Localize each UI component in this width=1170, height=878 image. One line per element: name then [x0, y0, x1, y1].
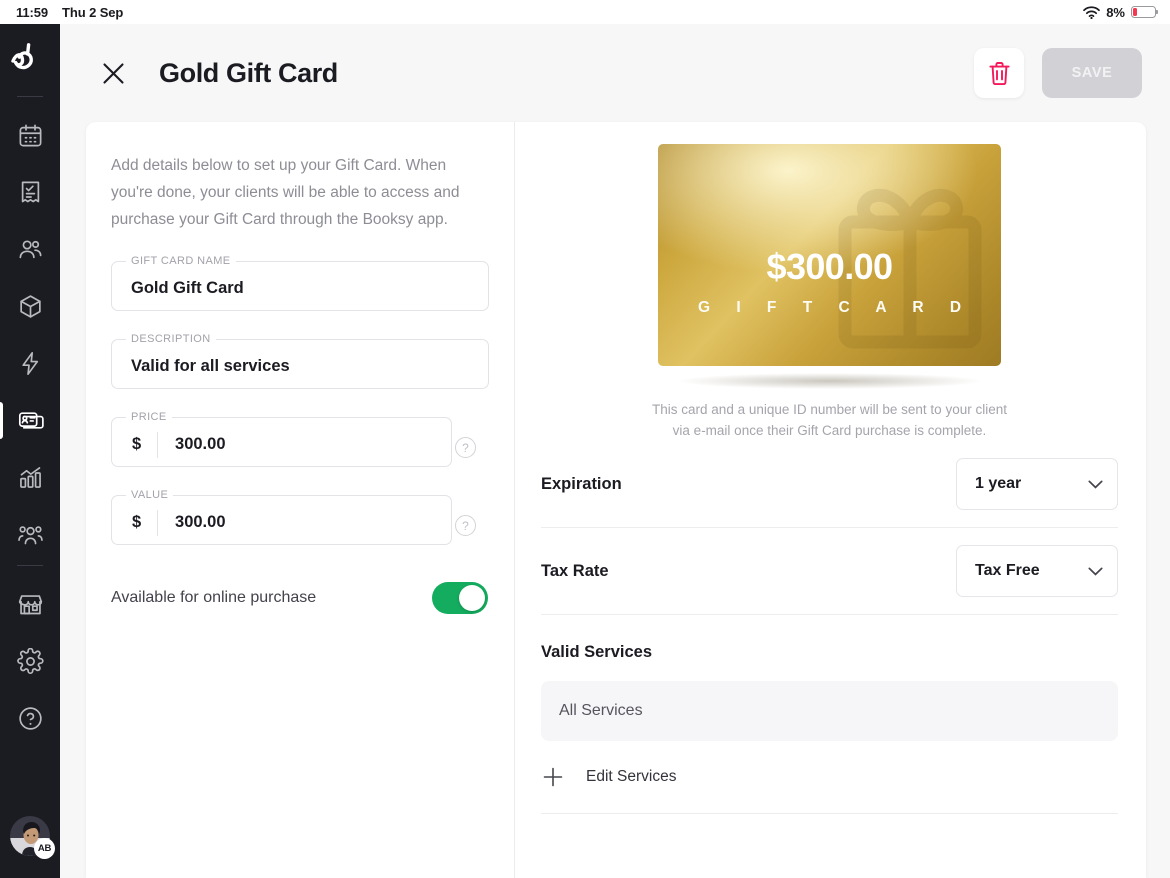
value-input[interactable]: 300.00 [158, 513, 451, 532]
value-help-icon[interactable]: ? [455, 515, 476, 536]
battery-low-icon [1131, 6, 1159, 18]
plus-icon [543, 767, 563, 787]
sidebar-item-gift-cards[interactable] [0, 392, 60, 449]
header-actions: SAVE [974, 48, 1142, 98]
sidebar-item-business[interactable] [0, 576, 60, 633]
price-help-icon[interactable]: ? [455, 437, 476, 458]
trash-icon [988, 61, 1010, 85]
valid-services-title: Valid Services [541, 643, 652, 661]
sidebar-item-calendar[interactable] [0, 107, 60, 164]
price-field[interactable]: PRICE $ 300.00 ? [111, 411, 489, 467]
box-icon [19, 295, 41, 318]
close-button[interactable] [96, 56, 130, 90]
chevron-down-icon [1088, 567, 1103, 576]
gift-card-name-label: GIFT CARD NAME [131, 255, 231, 267]
form-panel: Add details below to set up your Gift Ca… [86, 122, 515, 878]
battery-percent: 8% [1106, 4, 1125, 20]
gift-card-note: This card and a unique ID number will be… [652, 402, 1007, 438]
gear-icon [16, 648, 44, 675]
description-input[interactable]: Valid for all services [112, 357, 488, 376]
gift-card-preview: $300.00 G I F T C A R D This card and a … [541, 144, 1118, 441]
status-date: Thu 2 Sep [62, 4, 124, 20]
bar-chart-icon [19, 467, 41, 488]
sidebar-item-statistics[interactable] [0, 449, 60, 506]
lightning-icon [21, 351, 38, 376]
sidebar-divider-bottom [17, 565, 43, 566]
all-services-chip[interactable]: All Services [541, 681, 1118, 741]
card-drop-shadow [679, 373, 980, 389]
value-label: VALUE [131, 489, 169, 501]
form-intro-text: Add details below to set up your Gift Ca… [111, 157, 460, 228]
tax-rate-value: Tax Free [975, 562, 1040, 579]
expiration-row: Expiration 1 year [541, 441, 1118, 528]
close-icon [102, 62, 124, 84]
avatar[interactable]: AB [10, 816, 55, 859]
online-purchase-toggle[interactable] [432, 582, 488, 614]
online-purchase-label: Available for online purchase [111, 589, 317, 606]
clients-icon [19, 240, 41, 259]
preview-panel: $300.00 G I F T C A R D This card and a … [515, 122, 1146, 878]
content-card: Add details below to set up your Gift Ca… [86, 122, 1146, 878]
edit-services-label: Edit Services [586, 768, 677, 785]
status-bar: 11:59 Thu 2 Sep 8% [0, 0, 1170, 24]
tax-rate-select[interactable]: Tax Free [956, 545, 1118, 597]
expiration-label: Expiration [541, 474, 622, 493]
calendar-icon [19, 124, 41, 147]
gift-card-amount: $300.00 [766, 246, 894, 287]
sidebar-nav [0, 107, 60, 747]
gift-card-name-input[interactable]: Gold Gift Card [112, 279, 488, 298]
sidebar-item-marketing[interactable] [0, 335, 60, 392]
storefront-icon [18, 595, 42, 615]
expiration-select[interactable]: 1 year [956, 458, 1118, 510]
page-title: Gold Gift Card [159, 57, 338, 88]
app-root: 11:59 Thu 2 Sep 8% AB Gold Gift Card SAV… [0, 0, 1170, 878]
online-purchase-row: Available for online purchase [111, 582, 489, 614]
receipt-icon [21, 181, 39, 203]
expiration-value: 1 year [975, 475, 1022, 492]
price-input[interactable]: 300.00 [158, 435, 451, 454]
question-circle-icon [18, 707, 42, 730]
gift-card-visual: $300.00 G I F T C A R D [658, 144, 1001, 366]
sidebar-item-settings[interactable] [0, 633, 60, 690]
value-field[interactable]: VALUE $ 300.00 ? [111, 489, 489, 545]
price-label: PRICE [131, 411, 167, 423]
status-time: 11:59 [16, 4, 49, 20]
wifi-icon [1083, 5, 1101, 19]
tax-rate-row: Tax Rate Tax Free [541, 528, 1118, 615]
description-label: DESCRIPTION [131, 333, 211, 345]
toggle-knob [459, 585, 485, 611]
edit-services-row[interactable]: Edit Services [541, 741, 1118, 814]
page-header: Gold Gift Card SAVE [60, 24, 1170, 122]
booksy-logo[interactable] [8, 38, 52, 82]
gift-card-name-field[interactable]: GIFT CARD NAME Gold Gift Card [111, 255, 489, 311]
tax-rate-label: Tax Rate [541, 561, 609, 580]
price-currency: $ [132, 435, 142, 453]
sidebar-item-help[interactable] [0, 690, 60, 747]
status-bar-right: 8% [1083, 4, 1159, 20]
sidebar-item-inventory[interactable] [0, 278, 60, 335]
sidebar-item-staff[interactable] [0, 506, 60, 563]
sidebar-item-transactions[interactable] [0, 164, 60, 221]
gift-card-text: G I F T C A R D [697, 299, 973, 316]
delete-button[interactable] [974, 48, 1024, 98]
save-button[interactable]: SAVE [1042, 48, 1142, 98]
value-currency: $ [132, 513, 142, 531]
gift-card-icon [18, 412, 44, 429]
avatar-initials-badge: AB [34, 838, 55, 859]
status-bar-left: 11:59 Thu 2 Sep [16, 5, 123, 20]
chevron-down-icon [1088, 480, 1103, 489]
description-field[interactable]: DESCRIPTION Valid for all services [111, 333, 489, 389]
sidebar-item-clients[interactable] [0, 221, 60, 278]
staff-group-icon [17, 526, 43, 545]
sidebar: AB [0, 24, 60, 878]
sidebar-divider-top [17, 96, 43, 97]
